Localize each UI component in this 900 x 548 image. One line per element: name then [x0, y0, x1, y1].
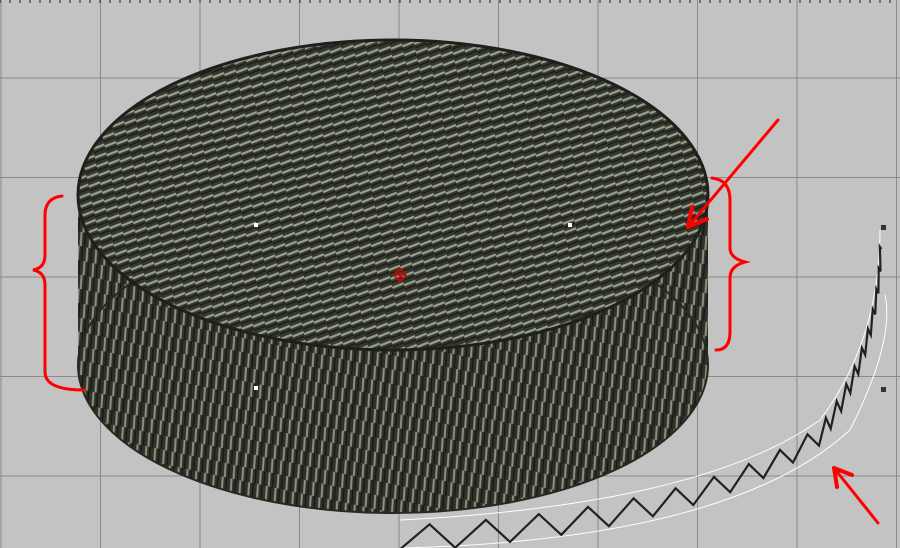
top-ruler — [0, 0, 891, 3]
right-brace — [710, 176, 751, 352]
embroidery-canvas[interactable] — [0, 0, 900, 548]
left-brace — [32, 194, 86, 392]
puck-top-stitching[interactable] — [76, 38, 710, 352]
design-view[interactable] — [0, 0, 900, 548]
